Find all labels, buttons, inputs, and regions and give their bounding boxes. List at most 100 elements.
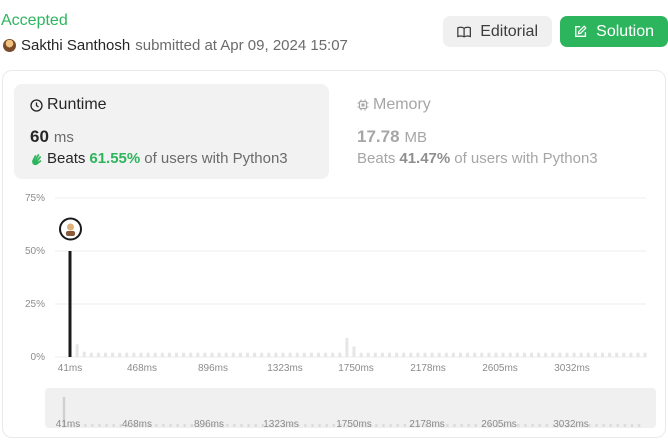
bar [196,352,200,357]
mini-bar [112,424,115,427]
x-tick-label: 1750ms [338,363,374,374]
status-label: Accepted [1,12,68,29]
y-tick-label: 50% [25,246,45,257]
bar [380,352,384,357]
memory-unit: MB [404,129,428,146]
runtime-beats: Beats 61.55% of users with Python3 [30,150,288,167]
memory-title[interactable]: Memory [357,96,431,114]
bar [132,352,136,357]
bar [167,352,171,357]
bar [175,352,178,357]
bar [111,352,115,357]
chip-icon [357,99,369,111]
memory-title-label: Memory [373,96,431,113]
bar [281,352,285,357]
bar [558,352,562,357]
user-marker-body [66,231,75,236]
bar [317,352,320,357]
book-icon [457,26,471,38]
mini-x-tick-label: 2178ms [409,419,445,430]
mini-x-tick-label: 468ms [122,419,152,430]
mini-bar [169,424,172,427]
bar [515,352,519,357]
mini-bar [467,424,470,427]
bar [416,352,420,357]
bar [82,351,86,357]
bar [593,352,597,357]
mini-bar [176,424,179,427]
bar [501,352,505,357]
bar [338,352,342,357]
mini-bar [396,424,399,427]
y-tick-label: 25% [25,299,45,310]
bar [579,352,583,357]
bar [160,352,164,357]
mini-bar [304,424,307,427]
bar [629,352,633,357]
mini-overview-chart[interactable]: 41ms 468ms 896ms 1323ms 1750ms 2178ms 2605ms 30… [0,388,668,433]
bar [359,352,363,357]
bar [388,352,391,357]
user-marker-face [67,223,74,231]
runtime-unit: ms [53,129,74,146]
mini-bar [332,424,335,427]
bar [480,352,484,357]
bar [189,352,193,357]
bar [565,352,569,357]
bar [246,352,249,357]
mini-bar [318,424,321,427]
bar [466,352,470,357]
bar [203,352,207,357]
mini-bar [84,424,87,427]
mini-bar [254,424,257,427]
mini-bar [474,424,477,427]
x-tick-label: 41ms [58,363,82,374]
mini-bar [311,424,314,427]
runtime-title-label: Runtime [47,96,107,113]
mini-bar [226,424,229,427]
mini-x-tick-label: 1750ms [336,419,372,430]
highlight-bar [68,251,72,357]
mini-bar [609,424,612,427]
x-tick-label: 468ms [127,363,157,374]
mini-bar [623,424,627,427]
submitted-time: submitted at Apr 09, 2024 15:07 [135,37,348,54]
bar [544,352,548,357]
mini-bar [545,424,548,427]
mini-bar [531,424,534,427]
bar [139,352,143,357]
mini-bar [162,424,165,427]
bar [451,352,455,357]
bar [89,352,93,357]
mini-bar [325,424,328,427]
mini-bar [637,424,641,427]
bar [437,352,441,357]
username-link[interactable]: Sakthi Santhosh [21,37,130,54]
mini-bar [183,424,186,427]
editorial-button[interactable]: Editorial [443,16,552,47]
x-tick-label: 1323ms [267,363,303,374]
solution-button[interactable]: Solution [560,16,668,47]
bar [267,352,271,357]
bar [423,352,427,357]
bar [366,352,370,357]
user-avatar[interactable] [3,39,16,52]
bar [224,352,228,357]
bar [373,352,377,357]
bar [231,352,235,357]
bar [586,352,590,357]
bar [104,352,107,357]
bar [238,352,242,357]
bar [125,352,129,357]
runtime-distribution-chart: 75% 50% 25% 0% 41ms 468ms 896ms 1323ms 1750ms 217… [25,193,647,374]
mini-x-tick-label: 3032ms [553,419,589,430]
bar [345,337,349,357]
mini-bar [233,424,236,427]
runtime-beats-label: Beats [47,150,86,167]
mini-bar [630,424,634,427]
y-tick-label: 0% [31,352,46,363]
bar [402,352,406,357]
bar [494,352,498,357]
bar [253,352,257,357]
mini-bar [403,424,406,427]
